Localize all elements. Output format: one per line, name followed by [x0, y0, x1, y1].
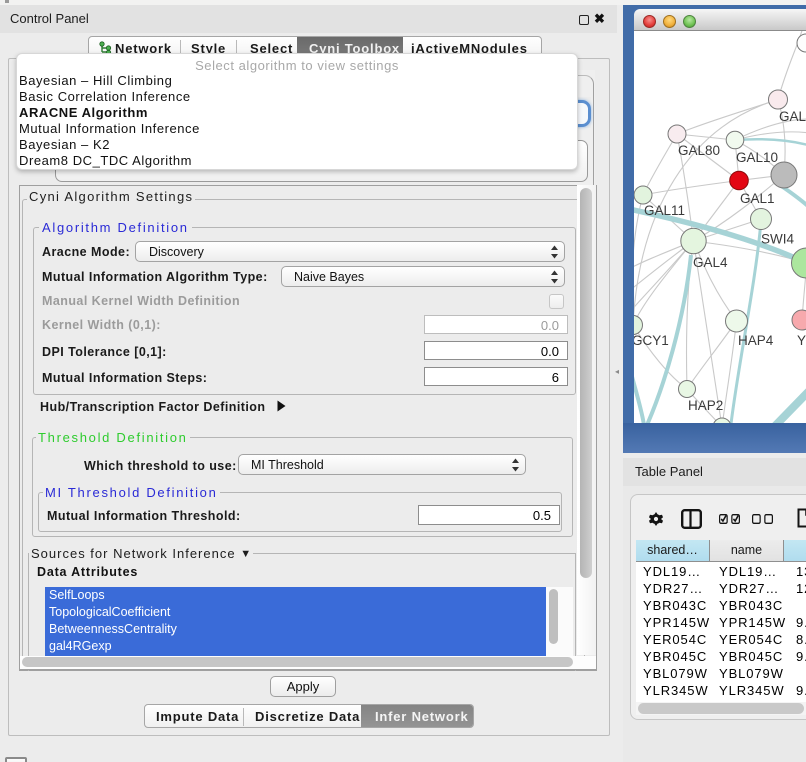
- svg-text:HAP4: HAP4: [738, 333, 774, 348]
- svg-text:GCY1: GCY1: [634, 333, 669, 348]
- svg-text:HAP2: HAP2: [688, 398, 723, 413]
- svg-text:GAL: GAL: [779, 109, 806, 124]
- svg-text:GAL4: GAL4: [693, 255, 728, 270]
- svg-text:GAL80: GAL80: [678, 143, 720, 158]
- svg-text:GAL1: GAL1: [740, 191, 775, 206]
- svg-text:GAL11: GAL11: [644, 203, 685, 218]
- svg-text:Y: Y: [797, 333, 806, 348]
- svg-text:GAL10: GAL10: [736, 150, 778, 165]
- svg-text:SWI4: SWI4: [761, 232, 794, 247]
